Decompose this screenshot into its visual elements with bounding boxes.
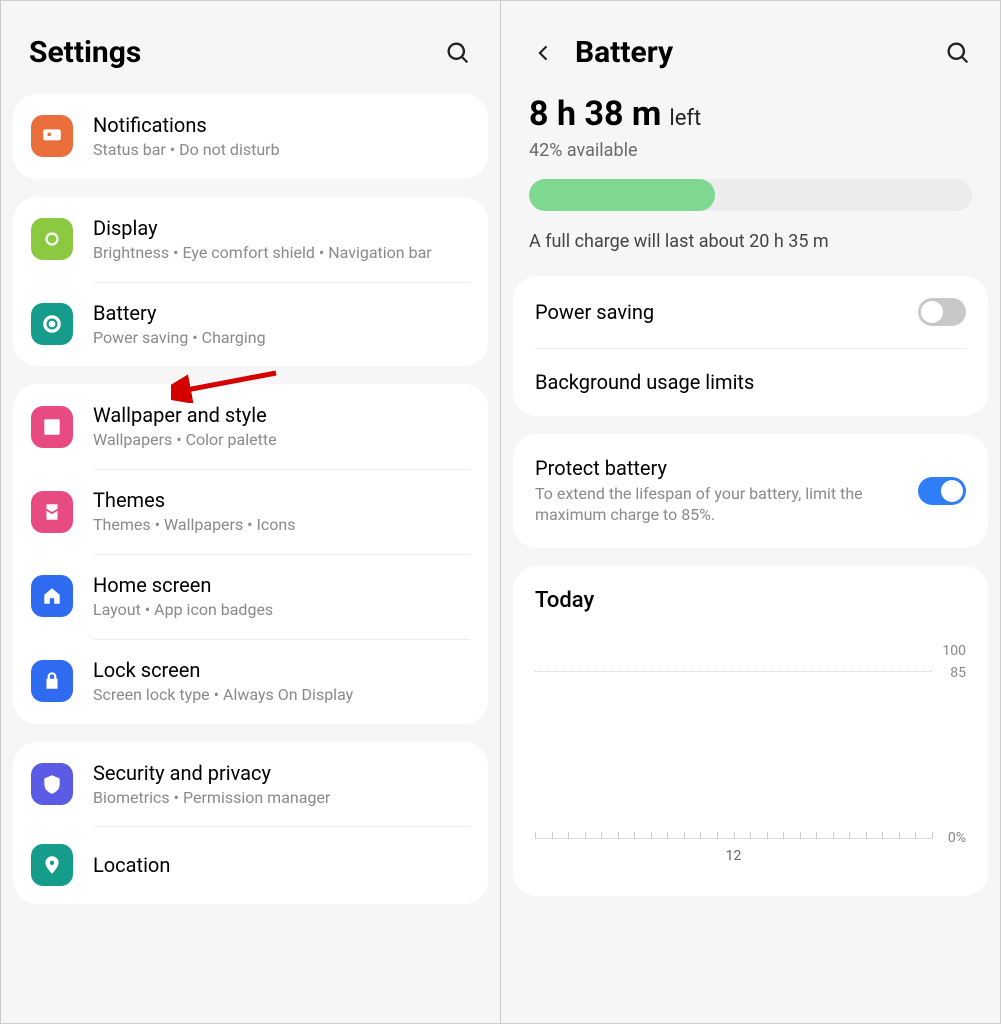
location-icon [31, 844, 73, 886]
percent-available: 42% available [529, 140, 972, 161]
settings-item-sub: Power saving • Charging [93, 328, 470, 349]
settings-item-display[interactable]: DisplayBrightness • Eye comfort shield •… [13, 197, 488, 282]
chart-x-label: 12 [726, 848, 742, 864]
settings-item-sub: Themes • Wallpapers • Icons [93, 515, 470, 536]
protect-battery-sub: To extend the lifespan of your battery, … [535, 484, 918, 526]
settings-group: Wallpaper and styleWallpapers • Color pa… [13, 384, 488, 723]
search-icon[interactable] [444, 39, 472, 67]
settings-item-title: Notifications [93, 112, 470, 138]
settings-group: DisplayBrightness • Eye comfort shield •… [13, 197, 488, 367]
chart-y-label: 85 [950, 665, 966, 681]
settings-item-sub: Brightness • Eye comfort shield • Naviga… [93, 243, 470, 264]
usage-chart: 100 85 0% 12 [535, 649, 932, 839]
display-icon [31, 218, 73, 260]
full-charge-estimate: A full charge will last about 20 h 35 m [529, 231, 972, 252]
battery-header: Battery [501, 1, 1000, 94]
home-icon [31, 575, 73, 617]
search-icon[interactable] [944, 39, 972, 67]
power-saving-row[interactable]: Power saving [513, 276, 988, 348]
settings-item-wallpaper[interactable]: Wallpaper and styleWallpapers • Color pa… [13, 384, 488, 469]
settings-item-sub: Wallpapers • Color palette [93, 430, 470, 451]
settings-item-security[interactable]: Security and privacyBiometrics • Permiss… [13, 742, 488, 827]
settings-item-sub: Layout • App icon badges [93, 600, 470, 621]
notifications-icon [31, 115, 73, 157]
settings-item-sub: Status bar • Do not disturb [93, 140, 470, 161]
background-limits-row[interactable]: Background usage limits [513, 348, 988, 416]
protect-battery-title: Protect battery [535, 456, 918, 480]
back-button[interactable] [529, 38, 559, 68]
time-remaining-suffix: left [669, 106, 701, 131]
settings-header: Settings [1, 1, 500, 94]
battery-bar [529, 179, 972, 211]
power-saving-toggle[interactable] [918, 298, 966, 326]
page-title: Battery [575, 35, 944, 70]
settings-item-location[interactable]: Location [13, 826, 488, 904]
settings-item-title: Display [93, 215, 470, 241]
chart-title: Today [535, 588, 966, 613]
settings-group: NotificationsStatus bar • Do not disturb [13, 94, 488, 179]
chart-y-label: 0% [948, 830, 966, 846]
power-card: Power saving Background usage limits [513, 276, 988, 416]
background-limits-label: Background usage limits [535, 370, 966, 394]
settings-item-title: Wallpaper and style [93, 402, 470, 428]
themes-icon [31, 491, 73, 533]
settings-item-title: Lock screen [93, 657, 470, 683]
time-remaining: 8 h 38 m [529, 94, 661, 134]
protect-battery-row[interactable]: Protect battery To extend the lifespan o… [513, 434, 988, 548]
lock-icon [31, 660, 73, 702]
settings-item-title: Location [93, 852, 470, 878]
settings-item-home[interactable]: Home screenLayout • App icon badges [13, 554, 488, 639]
settings-item-title: Themes [93, 487, 470, 513]
settings-item-lock[interactable]: Lock screenScreen lock type • Always On … [13, 639, 488, 724]
settings-item-sub: Biometrics • Permission manager [93, 788, 470, 809]
page-title: Settings [29, 35, 444, 70]
battery-summary: 8 h 38 m left 42% available A full charg… [501, 94, 1000, 276]
battery-bar-fill [529, 179, 715, 211]
settings-item-title: Battery [93, 300, 470, 326]
battery-icon [31, 303, 73, 345]
battery-pane: Battery 8 h 38 m left 42% available A fu… [501, 1, 1000, 1023]
protect-card: Protect battery To extend the lifespan o… [513, 434, 988, 548]
protect-battery-toggle[interactable] [918, 477, 966, 505]
settings-item-title: Home screen [93, 572, 470, 598]
usage-chart-card: Today 100 85 0% 12 [513, 566, 988, 896]
settings-item-battery[interactable]: BatteryPower saving • Charging [13, 282, 488, 367]
security-icon [31, 763, 73, 805]
settings-item-sub: Screen lock type • Always On Display [93, 685, 470, 706]
settings-group: Security and privacyBiometrics • Permiss… [13, 742, 488, 905]
settings-item-title: Security and privacy [93, 760, 470, 786]
settings-pane: Settings NotificationsStatus bar • Do no… [1, 1, 501, 1023]
chart-y-label: 100 [942, 643, 966, 659]
settings-item-notifications[interactable]: NotificationsStatus bar • Do not disturb [13, 94, 488, 179]
wallpaper-icon [31, 406, 73, 448]
settings-item-themes[interactable]: ThemesThemes • Wallpapers • Icons [13, 469, 488, 554]
power-saving-label: Power saving [535, 300, 918, 324]
